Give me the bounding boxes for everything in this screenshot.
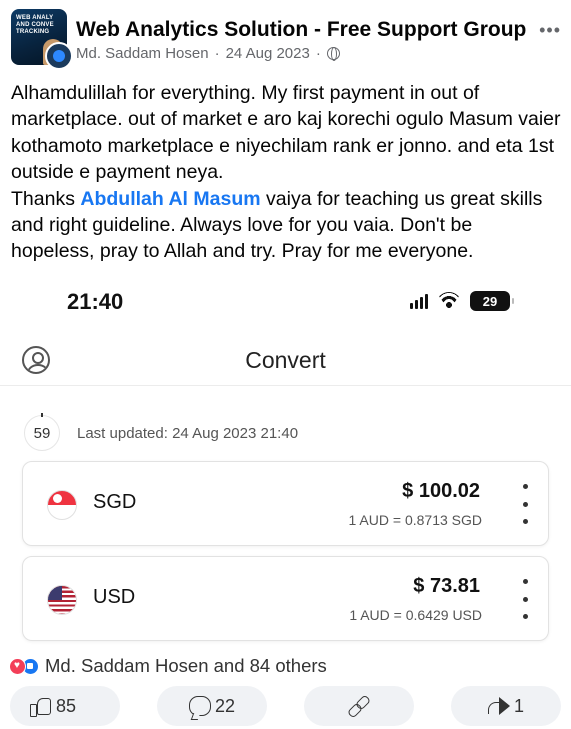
currency-code: USD — [93, 586, 136, 608]
app-title: Convert — [245, 347, 326, 373]
post-text-paragraph-1: Alhamdulillah for everything. My first p… — [11, 82, 561, 184]
thumbs-up-icon — [30, 696, 52, 717]
last-updated-text: Last updated: 24 Aug 2023 21:40 — [77, 425, 299, 442]
update-row: 59 Last updated: 24 Aug 2023 21:40 — [0, 411, 571, 451]
attached-screenshot[interactable]: 21:40 29 Convert 59 Last updated: 24 Aug… — [0, 279, 571, 650]
like-button[interactable]: 85 — [10, 686, 120, 726]
mention-link[interactable]: Abdullah Al Masum — [80, 188, 260, 210]
reactions-summary[interactable]: Md. Saddam Hosen and 84 others — [9, 655, 327, 677]
currency-amount: $ 100.02 — [402, 480, 480, 502]
comment-icon — [188, 696, 211, 716]
author-name[interactable]: Md. Saddam Hosen — [76, 45, 209, 62]
badge-icon — [53, 50, 65, 62]
signal-icon — [410, 293, 428, 309]
author-avatar[interactable] — [45, 42, 73, 70]
currency-amount: $ 73.81 — [413, 575, 480, 597]
group-logo-text: WEB ANALY AND CONVE TRACKING — [16, 15, 54, 35]
copy-link-button[interactable] — [304, 686, 414, 726]
share-icon — [487, 697, 510, 715]
link-icon — [348, 695, 370, 717]
globe-icon — [326, 47, 340, 61]
status-time: 21:40 — [67, 289, 124, 314]
post-text-thanks: Thanks — [11, 187, 81, 210]
status-icons: 29 — [410, 291, 514, 311]
meta-separator: · — [214, 45, 220, 62]
exchange-rate: 1 AUD = 0.8713 SGD — [348, 512, 482, 528]
action-bar: 85 22 1 — [0, 686, 571, 726]
reactions-text: Md. Saddam Hosen and 84 others — [45, 655, 327, 676]
app-header: Convert — [0, 334, 571, 386]
post-header: WEB ANALY AND CONVE TRACKING Web Analyti… — [0, 0, 571, 72]
share-button[interactable]: 1 — [451, 686, 561, 726]
wifi-icon — [436, 292, 462, 310]
post-text: Alhamdulillah for everything. My first p… — [11, 80, 561, 265]
share-count: 1 — [513, 695, 524, 716]
post-meta: Md. Saddam Hosen · 24 Aug 2023 · — [76, 45, 340, 62]
comment-count: 22 — [214, 695, 236, 716]
currency-code: SGD — [93, 491, 137, 513]
currency-card-sgd[interactable]: SGD $ 100.02 1 AUD = 0.8713 SGD — [22, 461, 549, 546]
post-date[interactable]: 24 Aug 2023 — [226, 45, 310, 62]
refresh-countdown[interactable]: 59 — [24, 413, 60, 451]
group-name[interactable]: Web Analytics Solution - Free Support Gr… — [76, 18, 526, 42]
currency-card-usd[interactable]: USD $ 73.81 1 AUD = 0.6429 USD — [22, 556, 549, 641]
kebab-menu-icon[interactable] — [522, 579, 528, 619]
exchange-rate: 1 AUD = 0.6429 USD — [349, 607, 482, 623]
love-reaction-icon — [9, 657, 26, 675]
battery-icon: 29 — [470, 291, 514, 311]
meta-separator: · — [315, 45, 321, 62]
like-count: 85 — [56, 695, 77, 716]
singapore-flag-icon — [47, 490, 77, 520]
us-flag-icon — [47, 585, 77, 615]
comment-button[interactable]: 22 — [157, 686, 267, 726]
more-options-icon[interactable]: ••• — [539, 20, 561, 41]
kebab-menu-icon[interactable] — [522, 484, 528, 524]
